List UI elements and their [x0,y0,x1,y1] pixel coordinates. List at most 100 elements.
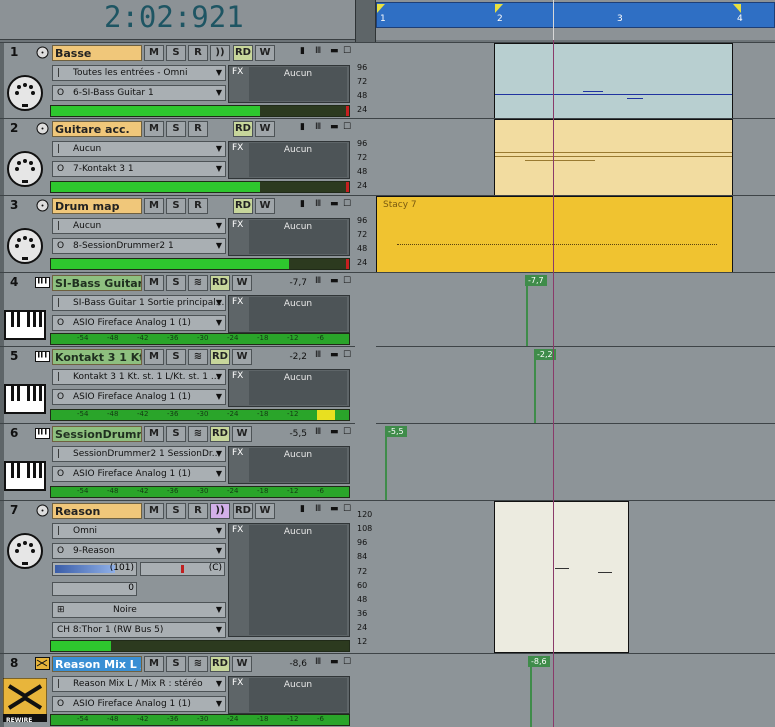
input-select[interactable]: | Reason Mix L / Mix R : stéréo ▼ [52,676,226,692]
mute-button[interactable]: M [144,198,164,214]
solo-button[interactable]: S [166,121,186,137]
solo-button[interactable]: S [166,349,186,365]
strip-icon[interactable]: Ⅲ [315,657,325,669]
minimize-icon[interactable]: ▬ [330,122,340,134]
write-automation-button[interactable]: W [232,426,252,442]
track-name[interactable]: Reason [52,503,142,519]
midi-clip[interactable] [494,501,629,653]
mute-button[interactable]: M [144,349,164,365]
write-automation-button[interactable]: W [232,275,252,291]
track-6[interactable]: 6 SessionDrummer2 M S ≋ RD W -5,5 Ⅲ ▬ ☐ … [0,423,355,500]
maximize-icon[interactable]: ☐ [343,122,353,134]
minimize-icon[interactable]: ▬ [330,276,340,288]
lane-1[interactable] [376,42,775,119]
timeline-ruler[interactable]: 1 2 3 4 [376,0,775,40]
input-echo-button[interactable]: ≋ [188,349,208,365]
solo-button[interactable]: S [166,426,186,442]
minimize-icon[interactable]: ▬ [330,350,340,362]
read-automation-button[interactable]: RD [210,275,230,291]
pan-slider[interactable]: (C) [140,562,225,576]
solo-button[interactable]: S [166,198,186,214]
mute-button[interactable]: M [144,275,164,291]
channel-select[interactable]: CH 8:Thor 1 (RW Bus 5) ▼ [52,622,226,638]
midi-clip[interactable] [494,43,733,119]
midi-clip[interactable]: Stacy 7 [376,196,733,273]
strip-icon[interactable]: Ⅲ [315,46,325,58]
solo-button[interactable]: S [166,656,186,672]
loop-flag-icon[interactable] [495,4,503,13]
track-5[interactable]: 5 Kontakt 3 1 Kt. st. 1 M S ≋ RD W -2,2 … [0,346,355,423]
mute-button[interactable]: M [144,426,164,442]
key-offset-slider[interactable]: 0 [52,582,137,596]
track-4[interactable]: 4 SI-Bass Guitar 1 M S ≋ RD W -7,7 Ⅲ ▬ ☐… [0,272,355,346]
freeze-icon[interactable]: ▮ [300,122,310,134]
volume-envelope[interactable] [534,359,536,423]
output-select[interactable]: O ASIO Fireface Analog 1 (1) ▼ [52,389,226,405]
volume-envelope-label[interactable]: -7,7 [525,275,547,286]
record-button[interactable]: R [188,198,208,214]
lane-2[interactable] [376,118,775,196]
write-automation-button[interactable]: W [255,45,275,61]
fx-bin[interactable]: FX Aucun [228,65,350,103]
minimize-icon[interactable]: ▬ [330,46,340,58]
track-1[interactable]: 1 Basse M S R )) RD W ▮ Ⅲ ▬ ☐ | Toutes le… [0,42,355,118]
maximize-icon[interactable]: ☐ [343,657,353,669]
maximize-icon[interactable]: ☐ [343,504,353,516]
volume-slider[interactable]: (101) [52,562,137,576]
maximize-icon[interactable]: ☐ [343,427,353,439]
track-8[interactable]: 8 REWIRE Reason Mix L / R M S ≋ RD W -8,… [0,653,355,727]
maximize-icon[interactable]: ☐ [343,199,353,211]
fx-bin[interactable]: FX Aucun [228,369,350,407]
read-automation-button[interactable]: RD [233,45,253,61]
fx-bin[interactable]: FX Aucun [228,446,350,484]
lane-7[interactable] [376,500,775,653]
write-automation-button[interactable]: W [255,503,275,519]
mute-button[interactable]: M [144,503,164,519]
strip-icon[interactable]: Ⅲ [315,199,325,211]
minimize-icon[interactable]: ▬ [330,199,340,211]
output-select[interactable]: O 8-SessionDrummer2 1 ▼ [52,238,226,254]
input-select[interactable]: | Omni ▼ [52,523,226,539]
strip-icon[interactable]: Ⅲ [315,122,325,134]
lane-4[interactable]: -7,7 [376,272,775,347]
input-select[interactable]: | Toutes les entrées - Omni ▼ [52,65,226,81]
mute-button[interactable]: M [144,656,164,672]
read-automation-button[interactable]: RD [210,349,230,365]
loop-start-flag-icon[interactable] [377,4,385,13]
freeze-icon[interactable]: ▮ [300,504,310,516]
input-select[interactable]: | SI-Bass Guitar 1 Sortie principal... ▼ [52,295,226,311]
minimize-icon[interactable]: ▬ [330,427,340,439]
read-automation-button[interactable]: RD [233,503,253,519]
maximize-icon[interactable]: ☐ [343,350,353,362]
loop-end-flag-icon[interactable] [733,4,741,13]
record-button[interactable]: R [188,503,208,519]
input-select[interactable]: | Aucun ▼ [52,218,226,234]
strip-icon[interactable]: Ⅲ [315,427,325,439]
track-name[interactable]: Kontakt 3 1 Kt. st. 1 [52,349,142,365]
volume-envelope[interactable] [530,666,532,727]
solo-button[interactable]: S [166,45,186,61]
track-name[interactable]: Guitare acc. [52,121,142,137]
input-echo-button[interactable]: ≋ [188,426,208,442]
strip-icon[interactable]: Ⅲ [315,276,325,288]
write-automation-button[interactable]: W [255,121,275,137]
read-automation-button[interactable]: RD [233,121,253,137]
output-select[interactable]: O ASIO Fireface Analog 1 (1) ▼ [52,315,226,331]
solo-button[interactable]: S [166,503,186,519]
volume-envelope[interactable] [526,285,528,347]
track-7[interactable]: 7 Reason M S R )) RD W ▮ Ⅲ ▬ ☐ | Omni ▼ O9… [0,500,355,653]
record-button[interactable]: R [188,45,208,61]
echo-button[interactable]: )) [210,503,230,519]
output-select[interactable]: O 9-Reason ▼ [52,543,226,559]
input-echo-button[interactable]: ≋ [188,275,208,291]
write-automation-button[interactable]: W [232,349,252,365]
playhead-now-line[interactable] [553,40,554,727]
volume-envelope[interactable] [385,436,387,500]
track-name[interactable]: SessionDrummer2 [52,426,142,442]
output-select[interactable]: O 7-Kontakt 3 1 ▼ [52,161,226,177]
mute-button[interactable]: M [144,45,164,61]
midi-clip[interactable] [494,119,733,196]
freeze-icon[interactable]: ▮ [300,199,310,211]
track-select-bar[interactable] [0,501,4,653]
patch-select[interactable]: ⊞ Noire ▼ [52,602,226,618]
